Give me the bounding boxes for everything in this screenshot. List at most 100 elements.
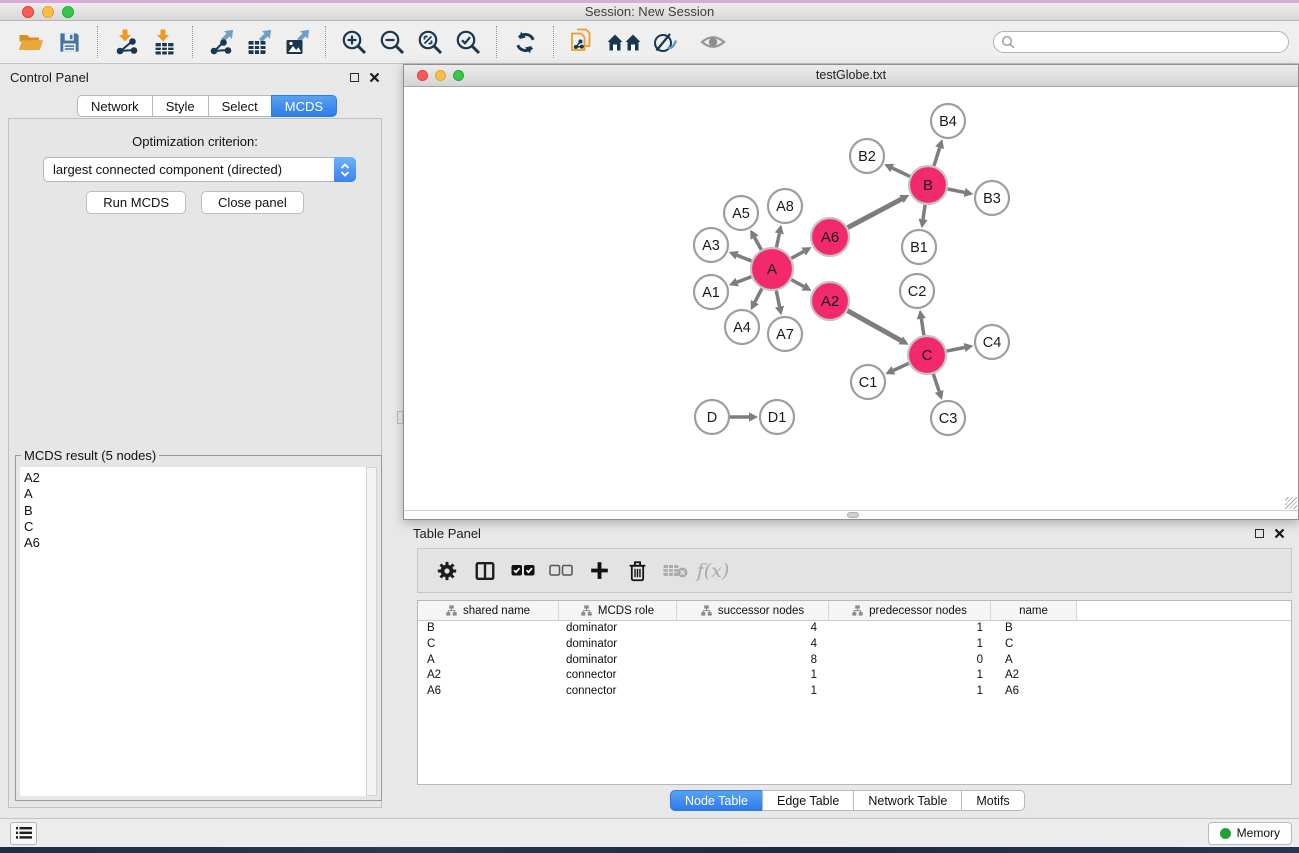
show-panels-button[interactable] — [10, 822, 37, 845]
table-cell[interactable]: 1 — [829, 668, 991, 684]
network-window-titlebar[interactable]: testGlobe.txt — [404, 65, 1298, 87]
mcds-result-item[interactable]: B — [24, 503, 366, 519]
table-row[interactable]: A2connector11A2 — [418, 668, 1291, 684]
graph-edge[interactable] — [948, 189, 965, 192]
zoom-fit-button[interactable] — [414, 25, 446, 59]
zoom-selected-button[interactable] — [452, 25, 484, 59]
table-cell[interactable]: 0 — [829, 653, 991, 669]
graph-edge[interactable] — [791, 251, 803, 258]
close-panel-icon[interactable] — [1274, 528, 1285, 539]
graph-edge[interactable] — [737, 277, 751, 282]
graph-edge[interactable] — [755, 237, 762, 249]
minimize-window-button[interactable] — [435, 70, 446, 81]
network-canvas[interactable]: AA1A2A3A4A5A6A7A8BB1B2B3B4CC1C2C3C4DD1 — [404, 87, 1298, 511]
deselect-all-button[interactable] — [542, 553, 580, 589]
table-cell[interactable]: A — [991, 653, 1077, 669]
home-button[interactable] — [604, 25, 644, 59]
refresh-button[interactable] — [509, 25, 541, 59]
tab-mcds[interactable]: MCDS — [271, 95, 337, 117]
tab-select[interactable]: Select — [208, 95, 272, 117]
delete-column-button[interactable] — [656, 553, 694, 589]
table-row[interactable]: Adominator80A — [418, 653, 1291, 669]
table-cell[interactable]: dominator — [559, 637, 677, 653]
column-header[interactable]: name — [991, 601, 1077, 620]
graph-node-A6[interactable]: A6 — [811, 218, 849, 256]
graph-edge[interactable] — [921, 319, 924, 336]
save-session-button[interactable] — [53, 25, 85, 59]
graph-node-A7[interactable]: A7 — [768, 317, 802, 351]
table-cell[interactable]: 4 — [677, 637, 829, 653]
graph-edge[interactable] — [892, 168, 910, 176]
table-cell[interactable]: C — [418, 637, 559, 653]
zoom-out-button[interactable] — [376, 25, 408, 59]
table-cell[interactable]: A — [418, 653, 559, 669]
table-cell[interactable]: B — [418, 621, 559, 637]
graph-edge[interactable] — [893, 363, 908, 370]
import-network-button[interactable] — [110, 25, 142, 59]
zoom-window-button[interactable] — [62, 6, 74, 18]
network-from-selection-button[interactable] — [566, 25, 598, 59]
select-all-button[interactable] — [504, 553, 542, 589]
table-cell[interactable]: A6 — [991, 684, 1077, 700]
tab-motifs[interactable]: Motifs — [961, 790, 1024, 811]
table-cell[interactable]: B — [991, 621, 1077, 637]
graph-edge[interactable] — [923, 205, 925, 219]
graph-edge[interactable] — [776, 291, 779, 307]
table-cell[interactable]: A6 — [418, 684, 559, 700]
graph-node-C3[interactable]: C3 — [931, 401, 965, 435]
horizontal-scrollbar[interactable] — [404, 510, 1298, 519]
export-table-button[interactable] — [243, 25, 275, 59]
table-row[interactable]: Bdominator41B — [418, 621, 1291, 637]
mcds-result-item[interactable]: A2 — [24, 470, 366, 486]
mcds-result-item[interactable]: C — [24, 519, 366, 535]
table-row[interactable]: Cdominator41C — [418, 637, 1291, 653]
graph-edge[interactable] — [776, 233, 779, 247]
show-view-button[interactable] — [697, 25, 729, 59]
function-builder-button[interactable]: f(x) — [694, 553, 732, 589]
close-window-button[interactable] — [417, 70, 428, 81]
graph-node-C[interactable]: C — [908, 336, 946, 374]
zoom-window-button[interactable] — [453, 70, 464, 81]
delete-button[interactable] — [618, 553, 656, 589]
table-cell[interactable]: connector — [559, 668, 677, 684]
column-browser-button[interactable] — [466, 553, 504, 589]
table-cell[interactable]: C — [991, 637, 1077, 653]
tab-edge-table[interactable]: Edge Table — [762, 790, 854, 811]
graph-node-A8[interactable]: A8 — [768, 189, 802, 223]
criterion-dropdown[interactable]: largest connected component (directed) — [43, 157, 356, 182]
import-table-button[interactable] — [148, 25, 180, 59]
mcds-result-list[interactable]: A2ABCA6 — [20, 467, 366, 796]
table-cell[interactable]: 1 — [829, 637, 991, 653]
graph-node-A3[interactable]: A3 — [694, 228, 728, 262]
mcds-result-item[interactable]: A — [24, 486, 366, 502]
tab-network-table[interactable]: Network Table — [853, 790, 962, 811]
graph-node-B4[interactable]: B4 — [931, 104, 965, 138]
run-mcds-button[interactable]: Run MCDS — [86, 191, 186, 214]
zoom-in-button[interactable] — [338, 25, 370, 59]
minimize-window-button[interactable] — [42, 6, 54, 18]
column-header[interactable]: shared name — [418, 601, 559, 620]
float-panel-icon[interactable] — [1255, 529, 1264, 538]
memory-button[interactable]: Memory — [1208, 822, 1292, 845]
table-cell[interactable]: 1 — [677, 668, 829, 684]
table-cell[interactable]: 8 — [677, 653, 829, 669]
graph-node-B2[interactable]: B2 — [850, 139, 884, 173]
graph-node-B3[interactable]: B3 — [975, 181, 1009, 215]
graph-edge[interactable] — [933, 374, 939, 391]
float-panel-icon[interactable] — [350, 73, 359, 82]
graph-edge[interactable] — [791, 280, 803, 287]
graph-edge[interactable] — [934, 148, 940, 166]
close-panel-icon[interactable] — [369, 72, 380, 83]
horizontal-scrollbar-thumb[interactable] — [847, 512, 859, 518]
graph-edge[interactable] — [847, 311, 900, 341]
graph-node-A2[interactable]: A2 — [811, 282, 849, 320]
resize-grip[interactable] — [1285, 497, 1297, 509]
open-session-button[interactable] — [15, 25, 47, 59]
graph-node-B[interactable]: B — [909, 166, 947, 204]
graph-node-A1[interactable]: A1 — [694, 275, 728, 309]
table-cell[interactable]: 1 — [829, 684, 991, 700]
table-cell[interactable]: 4 — [677, 621, 829, 637]
table-cell[interactable]: A2 — [418, 668, 559, 684]
search-field[interactable] — [993, 31, 1289, 53]
add-button[interactable] — [580, 553, 618, 589]
